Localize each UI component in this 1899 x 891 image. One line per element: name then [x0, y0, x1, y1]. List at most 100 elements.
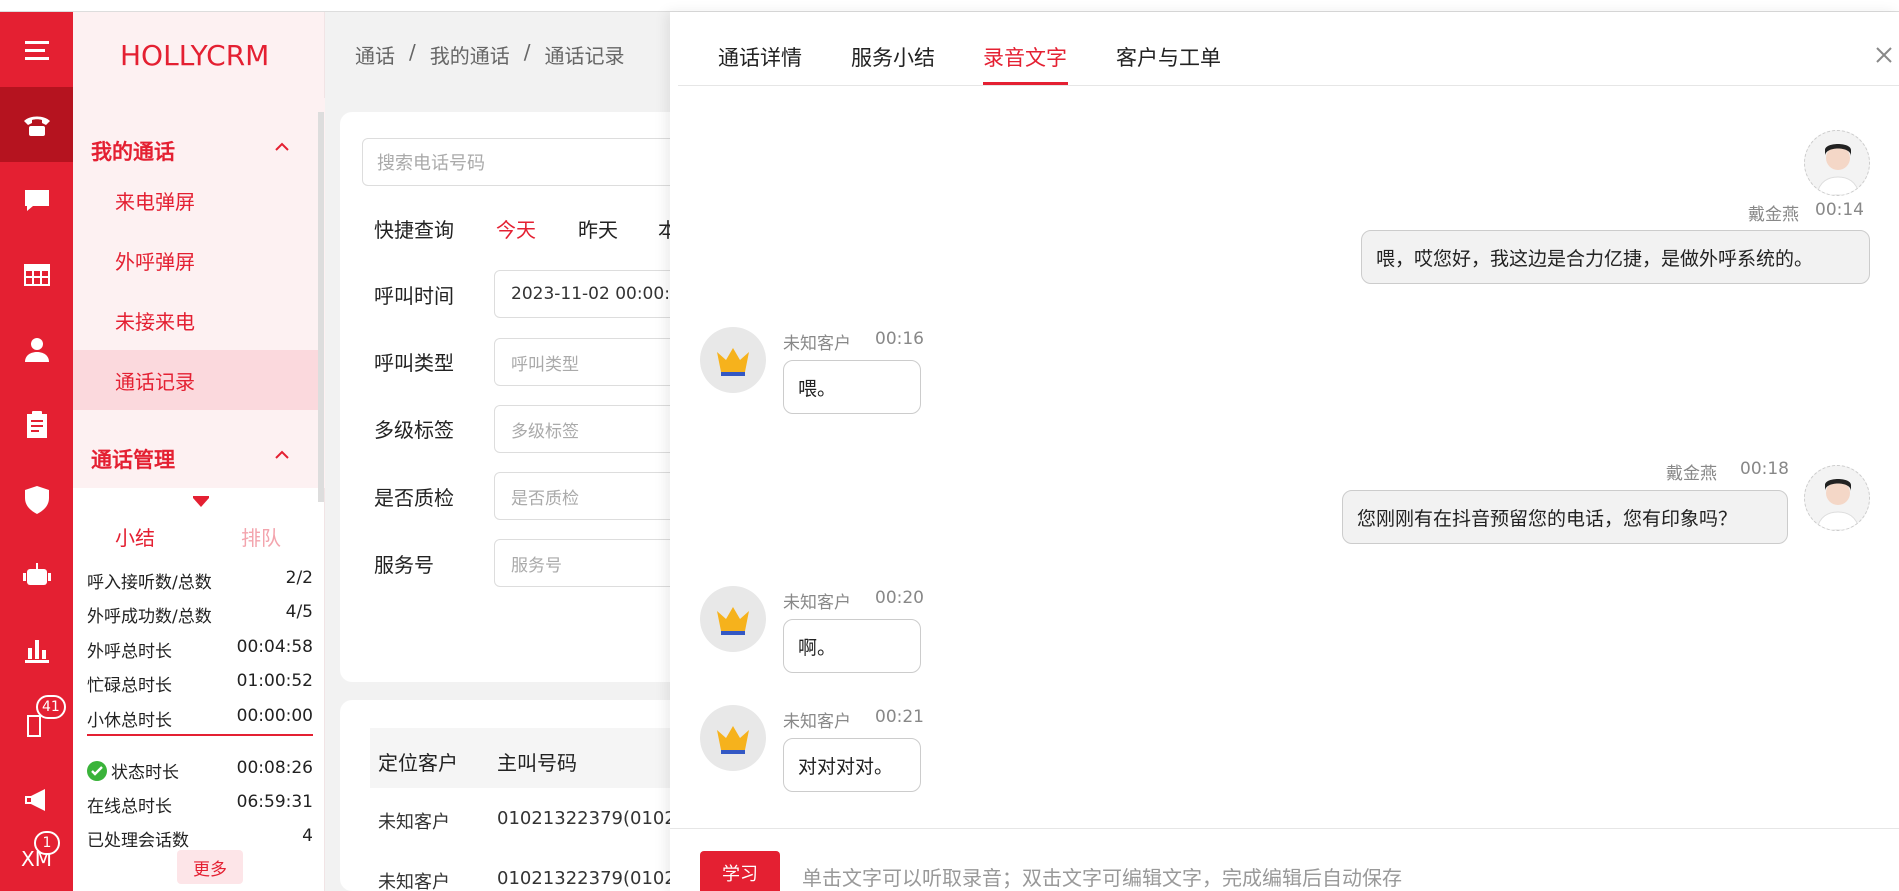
table-cell[interactable]: 未知客户 — [378, 808, 450, 834]
breadcrumb: 通话 / 我的通话 / 通话记录 — [355, 40, 625, 69]
grid-icon — [23, 263, 50, 286]
rail-user[interactable] — [0, 312, 73, 387]
message-time: 00:21 — [875, 707, 924, 727]
message-sender: 戴金燕 — [1666, 464, 1717, 484]
menu-item-missed-calls[interactable]: 未接来电 — [73, 290, 319, 350]
stat-row: 忙碌总时长 01:00:52 — [87, 671, 313, 696]
menu-toggle-button[interactable] — [0, 12, 73, 87]
close-icon[interactable] — [1873, 44, 1895, 66]
message-sender: 未知客户 — [783, 334, 851, 354]
breadcrumb-call-records: 通话记录 — [544, 44, 625, 68]
customer-avatar — [700, 705, 766, 771]
stats-tab-summary[interactable]: 小结 — [115, 522, 155, 551]
customer-avatar — [700, 586, 766, 652]
rail-clipboard[interactable] — [0, 387, 73, 462]
crown-icon — [717, 348, 749, 376]
message-bubble[interactable]: 喂，哎您好，我这边是合力亿捷，是做外呼系统的。 — [1361, 230, 1870, 284]
rail-book[interactable]: 41 — [0, 687, 73, 762]
agent-avatar — [1804, 465, 1870, 531]
stats-tab-queue[interactable]: 排队 — [241, 522, 281, 551]
menu-item-outbound-popup[interactable]: 外呼弹屏 — [73, 230, 319, 290]
rail-phone[interactable] — [0, 87, 73, 162]
table-cell[interactable]: 未知客户 — [378, 868, 450, 891]
message-time: 00:20 — [875, 588, 924, 608]
brand-logo: HOLLYCRM — [73, 12, 324, 98]
collapse-arrow-icon[interactable] — [193, 498, 209, 507]
robot-icon — [22, 562, 51, 585]
crown-icon — [717, 726, 749, 754]
stats-divider — [87, 734, 313, 736]
menu-item-incoming-popup[interactable]: 来电弹屏 — [73, 170, 319, 230]
phone-icon — [23, 116, 50, 136]
learn-button[interactable]: 学习 — [700, 851, 780, 891]
breadcrumb-calls[interactable]: 通话 — [355, 40, 395, 69]
tab-transcript[interactable]: 录音文字 — [983, 42, 1067, 72]
tab-call-details[interactable]: 通话详情 — [718, 42, 802, 72]
side-menu: HOLLYCRM 我的通话 来电弹屏 外呼弹屏 未接来电 通话记录 通话管理 小… — [73, 12, 325, 891]
book-badge: 41 — [36, 695, 66, 719]
chat-icon — [24, 189, 49, 211]
tab-service-summary[interactable]: 服务小结 — [851, 42, 935, 72]
stat-row: 在线总时长 06:59:31 — [87, 792, 313, 817]
more-button[interactable]: 更多 — [177, 850, 243, 884]
chevron-up-icon[interactable] — [273, 446, 291, 464]
qc-label: 是否质检 — [374, 486, 454, 510]
chevron-up-icon[interactable] — [273, 138, 291, 156]
top-border — [0, 0, 1899, 12]
crown-icon — [717, 607, 749, 635]
rail-chart[interactable] — [0, 612, 73, 687]
transcript-footer: 学习 单击文字可以听取录音；双击文字可编辑文字，完成编辑后自动保存 — [670, 828, 1899, 891]
quick-query-label: 快捷查询 — [374, 218, 454, 242]
call-type-label: 呼叫类型 — [374, 351, 454, 375]
stat-row: 小休总时长 00:00:00 — [87, 706, 313, 731]
message-time: 00:18 — [1740, 459, 1789, 479]
tab-customer-tickets[interactable]: 客户与工单 — [1116, 42, 1221, 72]
message-bubble[interactable]: 对对对对。 — [783, 738, 921, 792]
rail-robot[interactable] — [0, 537, 73, 612]
clipboard-icon — [26, 410, 47, 438]
collapse-arrow-bar — [193, 496, 209, 498]
transcript-hint: 单击文字可以听取录音；双击文字可编辑文字，完成编辑后自动保存 — [802, 866, 1402, 890]
shield-icon — [24, 485, 49, 514]
table-cell[interactable]: 01021322379(0102... — [497, 868, 693, 889]
menu-item-call-records[interactable]: 通话记录 — [73, 350, 319, 410]
bar-chart-icon — [24, 639, 49, 663]
stat-row: 状态时长 00:08:26 — [87, 758, 313, 783]
message-time: 00:16 — [875, 329, 924, 349]
rail-megaphone[interactable] — [0, 762, 73, 837]
stat-row: 呼入接听数/总数 2/2 — [87, 568, 313, 593]
rail-xm[interactable]: XM 1 — [0, 827, 73, 891]
rail-grid[interactable] — [0, 237, 73, 312]
filter-card — [340, 112, 700, 682]
breadcrumb-my-calls[interactable]: 我的通话 — [430, 40, 510, 69]
xm-badge: 1 — [34, 831, 60, 855]
stat-row: 已处理会话数 4 — [87, 826, 313, 851]
active-tab-underline — [983, 82, 1068, 85]
table-cell[interactable]: 01021322379(0102... — [497, 808, 693, 829]
check-circle-icon — [87, 760, 107, 781]
menu-group-my-calls[interactable]: 我的通话 — [91, 136, 175, 166]
message-bubble[interactable]: 您刚刚有在抖音预留您的电话，您有印象吗？ — [1342, 490, 1788, 544]
menu-group-call-management[interactable]: 通话管理 — [91, 444, 175, 474]
quick-yesterday[interactable]: 昨天 — [578, 214, 618, 243]
quick-today[interactable]: 今天 — [496, 214, 536, 243]
message-bubble[interactable]: 啊。 — [783, 619, 921, 673]
col-header-customer[interactable]: 定位客户 — [378, 747, 458, 776]
stat-row: 外呼成功数/总数 4/5 — [87, 602, 313, 627]
search-input[interactable]: 搜索电话号码 — [362, 138, 702, 186]
message-sender: 未知客户 — [783, 593, 851, 613]
service-label: 服务号 — [374, 553, 434, 577]
tag-label: 多级标签 — [374, 418, 454, 442]
menu-scrollbar[interactable] — [318, 112, 324, 502]
agent-avatar — [1804, 130, 1870, 196]
col-header-caller[interactable]: 主叫号码 — [497, 747, 577, 776]
menu-scroll-area: 我的通话 来电弹屏 外呼弹屏 未接来电 通话记录 通话管理 — [73, 98, 325, 488]
rail-shield[interactable] — [0, 462, 73, 537]
message-sender: 戴金燕 — [1748, 205, 1799, 225]
message-sender: 未知客户 — [783, 712, 851, 732]
rail-chat[interactable] — [0, 162, 73, 237]
user-icon — [24, 337, 49, 362]
message-bubble[interactable]: 喂。 — [783, 360, 921, 414]
stat-row: 外呼总时长 00:04:58 — [87, 637, 313, 662]
call-time-label: 呼叫时间 — [374, 284, 454, 308]
